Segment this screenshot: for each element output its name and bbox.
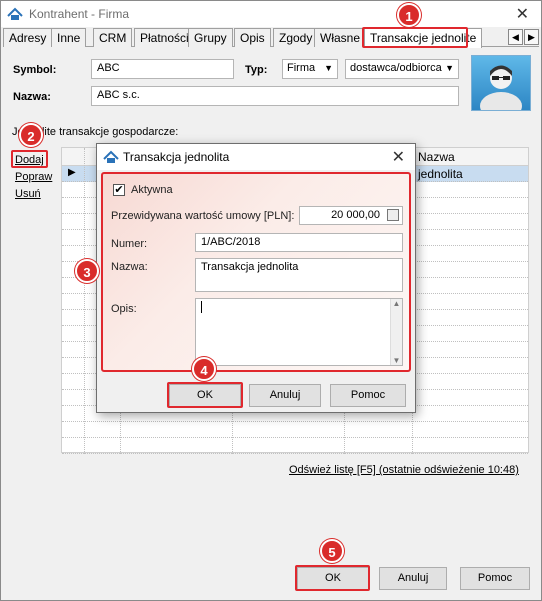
- step-badge-2: 2: [19, 123, 43, 147]
- nazwa-field[interactable]: ABC s.c.: [91, 86, 459, 106]
- dialog-anuluj-button[interactable]: Anuluj: [249, 384, 321, 407]
- typ2-select-value: dostawca/odbiorca: [350, 62, 442, 74]
- window-title: Kontrahent - Firma: [29, 7, 130, 21]
- typ-select-value: Firma: [287, 62, 316, 74]
- anuluj-button[interactable]: Anuluj: [379, 567, 447, 590]
- tab-grupy[interactable]: Grupy: [188, 28, 233, 47]
- typ2-select[interactable]: dostawca/odbiorca ▼: [345, 59, 459, 79]
- dialog-title: Transakcja jednolita: [123, 150, 230, 164]
- tab-scroll-right-icon[interactable]: ▶: [524, 29, 539, 45]
- aktywna-label: Aktywna: [131, 184, 173, 196]
- highlight-ok-dialog: [167, 382, 243, 408]
- opis-label: Opis:: [111, 303, 137, 315]
- row-pointer-icon: ▶: [68, 167, 76, 178]
- nazwa-label: Nazwa:: [13, 91, 51, 103]
- table-row[interactable]: [62, 422, 528, 438]
- nazwa-dialog-field[interactable]: Transakcja jednolita: [195, 258, 403, 292]
- typ-label: Typ:: [245, 64, 268, 76]
- grid-column-divider: [84, 148, 85, 454]
- close-icon[interactable]: ✕: [516, 4, 529, 24]
- chevron-up-icon[interactable]: ▲: [391, 299, 402, 308]
- close-icon[interactable]: ✕: [392, 147, 405, 167]
- dialog-title-bar: Transakcja jednolita ✕: [97, 144, 415, 170]
- app-icon: [103, 150, 119, 163]
- tab-inne[interactable]: Inne: [51, 28, 87, 47]
- popraw-link[interactable]: Popraw: [15, 171, 52, 183]
- step-badge-3: 3: [75, 259, 99, 283]
- app-icon: [7, 7, 23, 20]
- person-icon: [480, 65, 522, 120]
- avatar[interactable]: [471, 55, 531, 120]
- step-badge-4: 4: [192, 357, 216, 381]
- tab-scroll-left-icon[interactable]: ◀: [508, 29, 523, 45]
- dialog-pomoc-button[interactable]: Pomoc: [330, 384, 406, 407]
- typ-select[interactable]: Firma ▼: [282, 59, 338, 79]
- chevron-down-icon: ▼: [445, 63, 454, 73]
- refresh-link[interactable]: Odśwież listę [F5] (ostatnie odświeżenie…: [289, 464, 519, 476]
- grid-header-nazwa: Nazwa: [418, 150, 455, 164]
- transakcja-dialog: Transakcja jednolita ✕ ✔ Aktywna Przewid…: [96, 143, 416, 413]
- pomoc-button[interactable]: Pomoc: [460, 567, 530, 590]
- grid-cell-nazwa: jednolita: [418, 167, 463, 181]
- tab-platnosci[interactable]: Płatności: [134, 28, 195, 47]
- step-badge-5: 5: [320, 539, 344, 563]
- tab-adresy[interactable]: Adresy: [3, 28, 53, 47]
- scrollbar[interactable]: ▲ ▼: [390, 299, 402, 365]
- tab-crm[interactable]: CRM: [93, 28, 133, 47]
- title-bar: Kontrahent - Firma ✕: [1, 1, 541, 27]
- calculator-icon[interactable]: [387, 209, 399, 221]
- symbol-label: Symbol:: [13, 64, 57, 76]
- nazwa-dialog-label: Nazwa:: [111, 261, 148, 273]
- aktywna-checkbox[interactable]: ✔: [113, 184, 125, 196]
- tab-zgody[interactable]: Zgody: [273, 28, 319, 47]
- numer-label: Numer:: [111, 238, 148, 250]
- numer-field[interactable]: 1/ABC/2018: [195, 233, 403, 252]
- dialog-form-area: ✔ Aktywna Przewidywana wartość umowy [PL…: [101, 172, 411, 372]
- tab-opis[interactable]: Opis: [234, 28, 271, 47]
- highlight-tab: [362, 27, 468, 48]
- tab-wlasne[interactable]: Własne: [314, 28, 367, 47]
- usun-link[interactable]: Usuń: [15, 188, 41, 200]
- table-row[interactable]: [62, 438, 528, 454]
- text-cursor: [201, 301, 202, 314]
- main-window: Kontrahent - Firma ✕ Adresy Inne CRM Pła…: [0, 0, 542, 601]
- wartosc-label: Przewidywana wartość umowy [PLN]:: [111, 210, 295, 222]
- chevron-down-icon[interactable]: ▼: [391, 356, 402, 365]
- opis-field[interactable]: ▲ ▼: [195, 298, 403, 366]
- symbol-field[interactable]: ABC: [91, 59, 234, 79]
- step-badge-1: 1: [397, 3, 421, 27]
- highlight-ok-main: [295, 565, 370, 591]
- highlight-dodaj: [11, 150, 48, 168]
- chevron-down-icon: ▼: [324, 63, 333, 73]
